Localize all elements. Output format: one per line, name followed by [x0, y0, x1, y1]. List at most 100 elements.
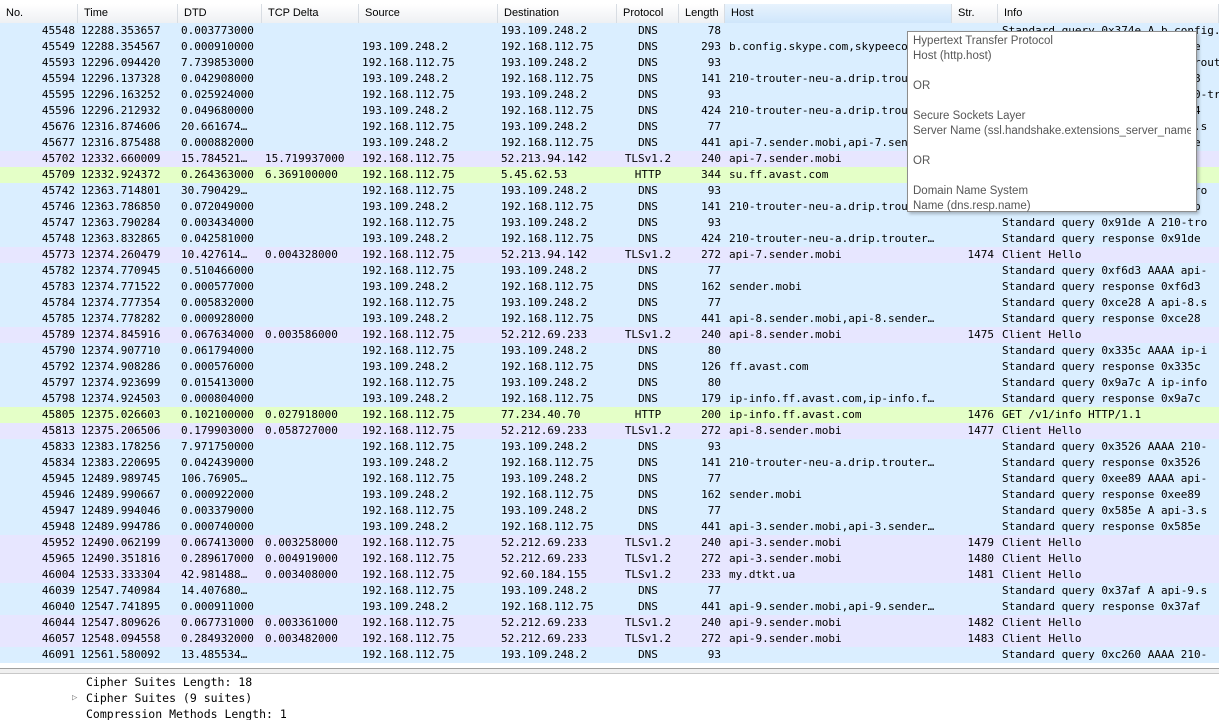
detail-row[interactable]: ▷ Cipher Suites (9 suites)	[0, 690, 1219, 706]
packet-protocol: TLSv1.2	[624, 248, 672, 261]
packet-destination: 52.212.69.233	[501, 328, 588, 341]
packet-time: 12296.094420	[81, 56, 161, 69]
packet-time: 12490.062199	[81, 536, 161, 549]
packet-length: 141	[701, 456, 721, 469]
packet-length: 162	[701, 280, 721, 293]
packet-number: 45596	[41, 104, 75, 117]
packet-source: 192.168.112.75	[362, 216, 455, 229]
table-row[interactable]: 45813 12375.206506 0.179903000 0.058727000 1…	[0, 423, 1219, 439]
packet-stream	[952, 279, 998, 295]
table-row[interactable]: 45834 12383.220695 0.042439000 193.109.248.…	[0, 455, 1219, 471]
detail-row[interactable]: Cipher Suites Length: 18	[0, 674, 1219, 690]
table-row[interactable]: 45833 12383.178256 7.971750000 192.168.112.…	[0, 439, 1219, 455]
table-row[interactable]: 45947 12489.994046 0.003379000 192.168.112.…	[0, 503, 1219, 519]
packet-length: 179	[701, 392, 721, 405]
packet-number: 45593	[41, 56, 75, 69]
packet-info: Standard query response 0x91de	[1002, 232, 1201, 245]
packet-stream	[952, 215, 998, 231]
packet-destination: 192.168.112.75	[501, 200, 594, 213]
table-row[interactable]: 45773 12374.260479 10.427614… 0.004328000 19…	[0, 247, 1219, 263]
packet-tcp-delta: 0.003408000	[265, 568, 338, 581]
expand-arrow-icon[interactable]: ▷	[72, 690, 82, 706]
packet-length: 441	[701, 312, 721, 325]
packet-time: 12296.212932	[81, 104, 161, 117]
column-header-time[interactable]: Time	[78, 4, 178, 23]
packet-host: ff.avast.com	[729, 360, 809, 373]
table-row[interactable]: 46040 12547.741895 0.000911000 193.109.248.…	[0, 599, 1219, 615]
table-row[interactable]: 46044 12547.809626 0.067731000 0.003361000 1…	[0, 615, 1219, 631]
packet-destination: 193.109.248.2	[501, 504, 588, 517]
packet-length: 77	[707, 584, 721, 597]
table-row[interactable]: 45798 12374.924503 0.000804000 193.109.248.…	[0, 391, 1219, 407]
column-header-protocol[interactable]: Protocol	[617, 4, 679, 23]
packet-time: 12374.908286	[81, 360, 161, 373]
table-row[interactable]: 45785 12374.778282 0.000928000 193.109.248.…	[0, 311, 1219, 327]
packet-protocol: TLSv1.2	[624, 536, 672, 549]
packet-source: 192.168.112.75	[362, 536, 455, 549]
packet-number: 45785	[41, 312, 75, 325]
table-row[interactable]: 45782 12374.770945 0.510466000 192.168.112.…	[0, 263, 1219, 279]
packet-number: 45549	[41, 40, 75, 53]
packet-destination: 192.168.112.75	[501, 488, 594, 501]
table-row[interactable]: 45946 12489.990667 0.000922000 193.109.248.…	[0, 487, 1219, 503]
packet-destination: 52.213.94.142	[501, 248, 588, 261]
column-header-length[interactable]: Length	[679, 4, 725, 23]
packet-details-pane[interactable]: Cipher Suites Length: 18 ▷ Cipher Suites (…	[0, 674, 1219, 720]
packet-dtd: 0.000922000	[181, 488, 254, 501]
table-row[interactable]: 45805 12375.026603 0.102100000 0.027918000 1…	[0, 407, 1219, 423]
table-row[interactable]: 45784 12374.777354 0.005832000 192.168.112.…	[0, 295, 1219, 311]
packet-host: api-9.sender.mobi,api-9.sender…	[729, 600, 935, 613]
table-row[interactable]: 45747 12363.790284 0.003434000 192.168.112.…	[0, 215, 1219, 231]
packet-number: 45702	[41, 152, 75, 165]
packet-host: ip-info.ff.avast.com	[729, 408, 862, 421]
packet-stream	[952, 375, 998, 391]
packet-info: Standard query response 0xee89	[1002, 488, 1201, 501]
table-row[interactable]: 45789 12374.845916 0.067634000 0.003586000 1…	[0, 327, 1219, 343]
packet-info: Standard query 0x37af A api-9.s	[1002, 584, 1208, 597]
packet-protocol: DNS	[638, 472, 658, 485]
column-header-no[interactable]: No.	[0, 4, 78, 23]
column-header-source[interactable]: Source	[359, 4, 498, 23]
packet-time: 12374.924503	[81, 392, 161, 405]
table-row[interactable]: 45797 12374.923699 0.015413000 192.168.112.…	[0, 375, 1219, 391]
packet-stream	[952, 519, 998, 535]
table-row[interactable]: 46039 12547.740984 14.407680… 192.168.112.7…	[0, 583, 1219, 599]
packet-host: api-8.sender.mobi	[729, 424, 842, 437]
table-row[interactable]: 45945 12489.989745 106.76905… 192.168.112.7…	[0, 471, 1219, 487]
table-row[interactable]: 45792 12374.908286 0.000576000 193.109.248.…	[0, 359, 1219, 375]
table-row[interactable]: 46091 12561.580092 13.485534… 192.168.112.7…	[0, 647, 1219, 663]
detail-text: Cipher Suites Length: 18	[86, 675, 253, 689]
column-header-tcp-delta[interactable]: TCP Delta	[262, 4, 359, 23]
packet-stream	[952, 503, 998, 519]
tooltip-line	[913, 139, 1191, 154]
tooltip-line	[913, 64, 1191, 79]
packet-number: 45783	[41, 280, 75, 293]
packet-length: 200	[701, 408, 721, 421]
column-header-host[interactable]: Host	[725, 4, 952, 23]
packet-destination: 52.212.69.233	[501, 616, 588, 629]
table-row[interactable]: 45783 12374.771522 0.000577000 193.109.248.…	[0, 279, 1219, 295]
packet-tcp-delta	[262, 343, 359, 359]
packet-dtd: 0.003773000	[181, 24, 254, 37]
table-row[interactable]: 46004 12533.333304 42.981488… 0.003408000 19…	[0, 567, 1219, 583]
packet-number: 45548	[41, 24, 75, 37]
column-header-info[interactable]: Info	[998, 4, 1219, 23]
column-header-str[interactable]: Str.	[952, 4, 998, 23]
packet-length: 77	[707, 472, 721, 485]
column-header-destination[interactable]: Destination	[498, 4, 617, 23]
table-row[interactable]: 45948 12489.994786 0.000740000 193.109.248.…	[0, 519, 1219, 535]
detail-row[interactable]: Compression Methods Length: 1	[0, 706, 1219, 720]
packet-info: Client Hello	[1002, 568, 1082, 581]
packet-source: 192.168.112.75	[362, 56, 455, 69]
table-row[interactable]: 45790 12374.907710 0.061794000 192.168.112.…	[0, 343, 1219, 359]
table-row[interactable]: 45952 12490.062199 0.067413000 0.003258000 1…	[0, 535, 1219, 551]
packet-destination: 52.212.69.233	[501, 424, 588, 437]
packet-number: 46057	[41, 632, 75, 645]
packet-number: 45945	[41, 472, 75, 485]
table-row[interactable]: 45965 12490.351816 0.289617000 0.004919000 1…	[0, 551, 1219, 567]
table-row[interactable]: 46057 12548.094558 0.284932000 0.003482000 1…	[0, 631, 1219, 647]
column-header-dtd[interactable]: DTD	[178, 4, 262, 23]
packet-stream	[952, 647, 998, 663]
table-row[interactable]: 45748 12363.832865 0.042581000 193.109.248.…	[0, 231, 1219, 247]
packet-number: 45813	[41, 424, 75, 437]
